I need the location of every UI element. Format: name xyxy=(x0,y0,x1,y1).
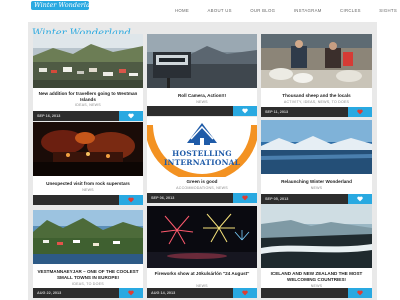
like-button[interactable] xyxy=(233,106,257,116)
post-footer xyxy=(147,106,257,116)
like-button[interactable] xyxy=(348,107,372,117)
nav-item-circles[interactable]: CIRCLES xyxy=(340,8,361,13)
post-image[interactable] xyxy=(33,34,143,88)
post-category[interactable]: NEWS xyxy=(36,188,140,192)
post-footer: SEP 16, 2013 xyxy=(33,111,143,121)
post-date: SEP 11, 2013 xyxy=(265,110,289,114)
post-category[interactable]: IDEAS, TO DOES xyxy=(36,282,140,286)
heart-icon xyxy=(128,197,134,203)
post-footer: SEP 11, 2013 xyxy=(261,107,372,117)
nav-item-our-blog[interactable]: OUR BLOG xyxy=(250,8,275,13)
post-image[interactable] xyxy=(33,122,143,176)
like-button[interactable] xyxy=(119,111,143,121)
post-card[interactable]: Thousand sheep and the locals ACTIVITY, … xyxy=(261,34,372,117)
post-title[interactable]: Green is good xyxy=(150,179,254,185)
post-date: AUG 14, 2013 xyxy=(151,291,176,295)
like-button[interactable] xyxy=(119,195,143,205)
post-image[interactable] xyxy=(147,206,257,268)
post-category[interactable]: NEWS xyxy=(264,186,369,190)
heart-icon xyxy=(357,196,363,202)
post-date: SEP 06, 2013 xyxy=(151,196,175,200)
nav-item-sights[interactable]: SIGHTS xyxy=(379,8,397,13)
heart-icon xyxy=(242,195,248,201)
hostelling-logo-text-2: INTERNATIONAL xyxy=(163,158,241,167)
like-button[interactable] xyxy=(119,288,143,298)
post-footer: AUG 14, 2013 xyxy=(147,288,257,298)
post-date: SEP 05, 2013 xyxy=(265,197,289,201)
post-card[interactable]: Relaunching Winter Wonderland NEWS SEP 0… xyxy=(261,120,372,204)
heart-icon xyxy=(242,108,248,114)
blog-content: Winter Wonderland New addition for trave… xyxy=(28,22,377,300)
post-footer xyxy=(33,195,143,205)
post-image[interactable] xyxy=(261,204,372,268)
post-title[interactable]: Fireworks show at Jökulsárlón ''24 Augus… xyxy=(150,271,254,277)
heart-icon xyxy=(357,290,363,296)
like-button[interactable] xyxy=(233,193,257,203)
post-title[interactable]: Roll Camera, Action!!! xyxy=(150,93,254,99)
post-category[interactable]: NEWS xyxy=(150,100,254,104)
top-bar: Winter Wonderland HOME ABOUT US OUR BLOG… xyxy=(0,0,400,20)
post-card[interactable]: Unexpected visit from rock superstars NE… xyxy=(33,122,143,205)
post-category[interactable]: ACTIVITY, IDEAS, NEWS, TO DOES xyxy=(264,100,369,104)
post-card[interactable]: ICELAND AND NEW ZEALAND THE MOST WELCOMI… xyxy=(261,204,372,298)
post-image[interactable] xyxy=(33,210,143,264)
post-card[interactable]: VESTMANNAEYJAR – ONE OF THE COOLEST SMAL… xyxy=(33,210,143,298)
heart-icon xyxy=(128,290,134,296)
post-card[interactable]: HOSTELLING INTERNATIONAL Green is good A… xyxy=(147,117,257,203)
nav-item-about-us[interactable]: ABOUT US xyxy=(208,8,232,13)
nav-item-instagram[interactable]: INSTAGRAM xyxy=(294,8,322,13)
post-card[interactable]: New addition for travellers going to Wes… xyxy=(33,34,143,121)
like-button[interactable] xyxy=(348,288,372,298)
post-title[interactable]: Unexpected visit from rock superstars xyxy=(36,181,140,187)
post-date: AUG 22, 2013 xyxy=(37,291,62,295)
nav-item-home[interactable]: HOME xyxy=(175,8,189,13)
post-image[interactable] xyxy=(261,34,372,88)
post-footer: SEP 06, 2013 xyxy=(147,193,257,203)
post-category[interactable]: ACCOMMODATIONS, NEWS xyxy=(150,186,254,190)
like-button[interactable] xyxy=(233,288,257,298)
like-button[interactable] xyxy=(348,194,372,204)
post-title[interactable]: ICELAND AND NEW ZEALAND THE MOST WELCOMI… xyxy=(264,271,369,282)
post-image[interactable] xyxy=(147,34,257,88)
post-title[interactable]: New addition for travellers going to Wes… xyxy=(36,91,140,102)
post-date: SEP 16, 2013 xyxy=(37,114,61,118)
post-title[interactable]: Relaunching Winter Wonderland xyxy=(264,179,369,185)
post-title[interactable]: VESTMANNAEYJAR – ONE OF THE COOLEST SMAL… xyxy=(36,269,140,280)
hostelling-logo-text-1: HOSTELLING xyxy=(172,149,232,158)
heart-icon xyxy=(357,109,363,115)
post-title[interactable]: Thousand sheep and the locals xyxy=(264,93,369,99)
site-logo[interactable]: Winter Wonderland xyxy=(31,1,89,10)
post-card[interactable]: Roll Camera, Action!!! NEWS xyxy=(147,34,257,116)
post-footer: AUG 22, 2013 xyxy=(33,288,143,298)
main-nav: HOME ABOUT US OUR BLOG INSTAGRAM CIRCLES… xyxy=(175,8,397,13)
post-card[interactable]: Fireworks show at Jökulsárlón ''24 Augus… xyxy=(147,206,257,298)
post-footer xyxy=(261,288,372,298)
post-footer: SEP 05, 2013 xyxy=(261,194,372,204)
heart-icon xyxy=(242,290,248,296)
heart-icon xyxy=(128,113,134,119)
post-category[interactable]: IDEAS, NEWS xyxy=(36,103,140,107)
post-image[interactable]: HOSTELLING INTERNATIONAL xyxy=(147,117,257,177)
post-image[interactable] xyxy=(261,120,372,174)
